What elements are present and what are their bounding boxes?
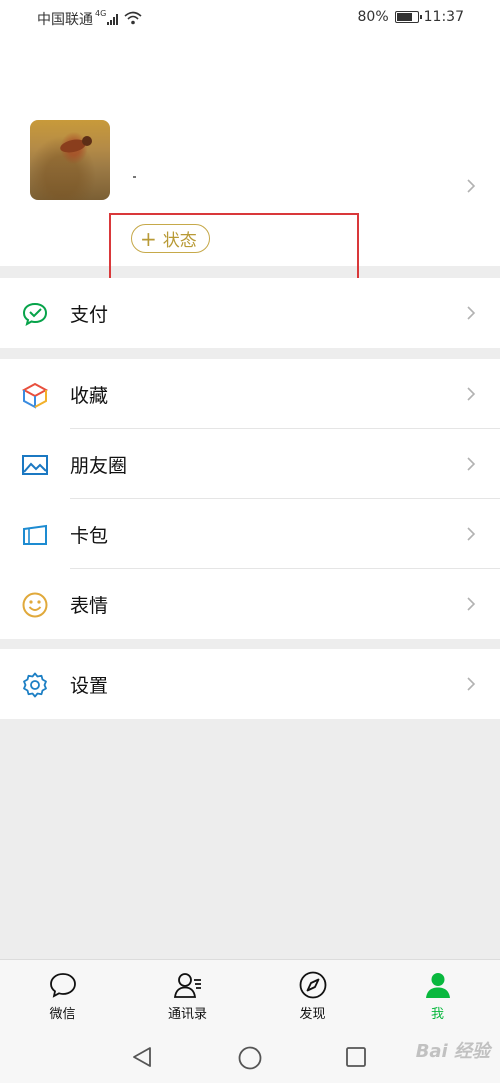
carrier-label: 中国联通 (37, 12, 93, 28)
menu-label-stickers: 表情 (70, 594, 109, 617)
tab-me[interactable]: 我 (375, 960, 500, 1030)
tab-label-chats: 微信 (49, 1007, 76, 1022)
contacts-icon (173, 973, 201, 998)
status-bar: 中国联通 4G 80% 11:37 (0, 0, 500, 36)
smiley-icon (22, 592, 48, 618)
home-icon[interactable] (237, 1045, 263, 1071)
clock: 11:37 (423, 9, 464, 25)
chevron-right-icon (467, 597, 476, 611)
tab-label-contacts: 通讯录 (167, 1007, 207, 1022)
pay-group: 支付 (0, 278, 500, 348)
chevron-right-icon (467, 457, 476, 471)
pay-icon (22, 302, 48, 326)
highlight-box (109, 213, 359, 281)
watermark: Bai 经验 (415, 1041, 490, 1062)
chevron-right-icon (467, 387, 476, 401)
cube-icon (21, 382, 49, 409)
tab-chats[interactable]: 微信 (0, 960, 125, 1030)
menu-label-pay: 支付 (70, 303, 109, 326)
chevron-right-icon (467, 306, 476, 320)
tab-contacts[interactable]: 通讯录 (125, 960, 250, 1030)
tab-label-discover: 发现 (299, 1007, 326, 1022)
tab-discover[interactable]: 发现 (250, 960, 375, 1030)
chat-bubble-icon (49, 973, 76, 998)
recents-icon[interactable] (344, 1045, 368, 1069)
profile-name (133, 176, 136, 178)
menu-item-favorites[interactable]: 收藏 (0, 359, 500, 429)
gear-icon (23, 672, 47, 698)
menu-item-moments[interactable]: 朋友圈 (0, 429, 500, 499)
avatar[interactable] (30, 120, 110, 200)
signal-icon (107, 13, 119, 25)
features-group: 收藏 朋友圈 卡包 表情 (0, 359, 500, 639)
battery-icon (394, 11, 422, 23)
chevron-right-icon (467, 527, 476, 541)
menu-item-settings[interactable]: 设置 (0, 649, 500, 719)
menu-label-cards: 卡包 (70, 524, 109, 547)
menu-item-pay[interactable]: 支付 (0, 278, 500, 348)
compass-icon (299, 971, 326, 999)
network-type: 4G (95, 8, 107, 18)
person-icon (425, 973, 450, 998)
chevron-right-icon (467, 677, 476, 691)
bottom-tab-bar: 微信 通讯录 发现 我 (0, 959, 500, 1030)
battery-percent: 80% (357, 9, 389, 25)
wallet-card-icon (23, 524, 47, 545)
menu-label-moments: 朋友圈 (70, 454, 128, 477)
menu-item-stickers[interactable]: 表情 (0, 569, 500, 639)
menu-item-cards[interactable]: 卡包 (0, 499, 500, 569)
tab-label-me: 我 (430, 1007, 444, 1022)
wifi-icon (124, 11, 142, 25)
settings-group: 设置 (0, 649, 500, 719)
menu-label-favorites: 收藏 (70, 384, 109, 407)
back-icon[interactable] (130, 1045, 154, 1069)
picture-icon (22, 455, 48, 475)
chevron-right-icon (467, 179, 476, 193)
menu-label-settings: 设置 (70, 674, 109, 697)
